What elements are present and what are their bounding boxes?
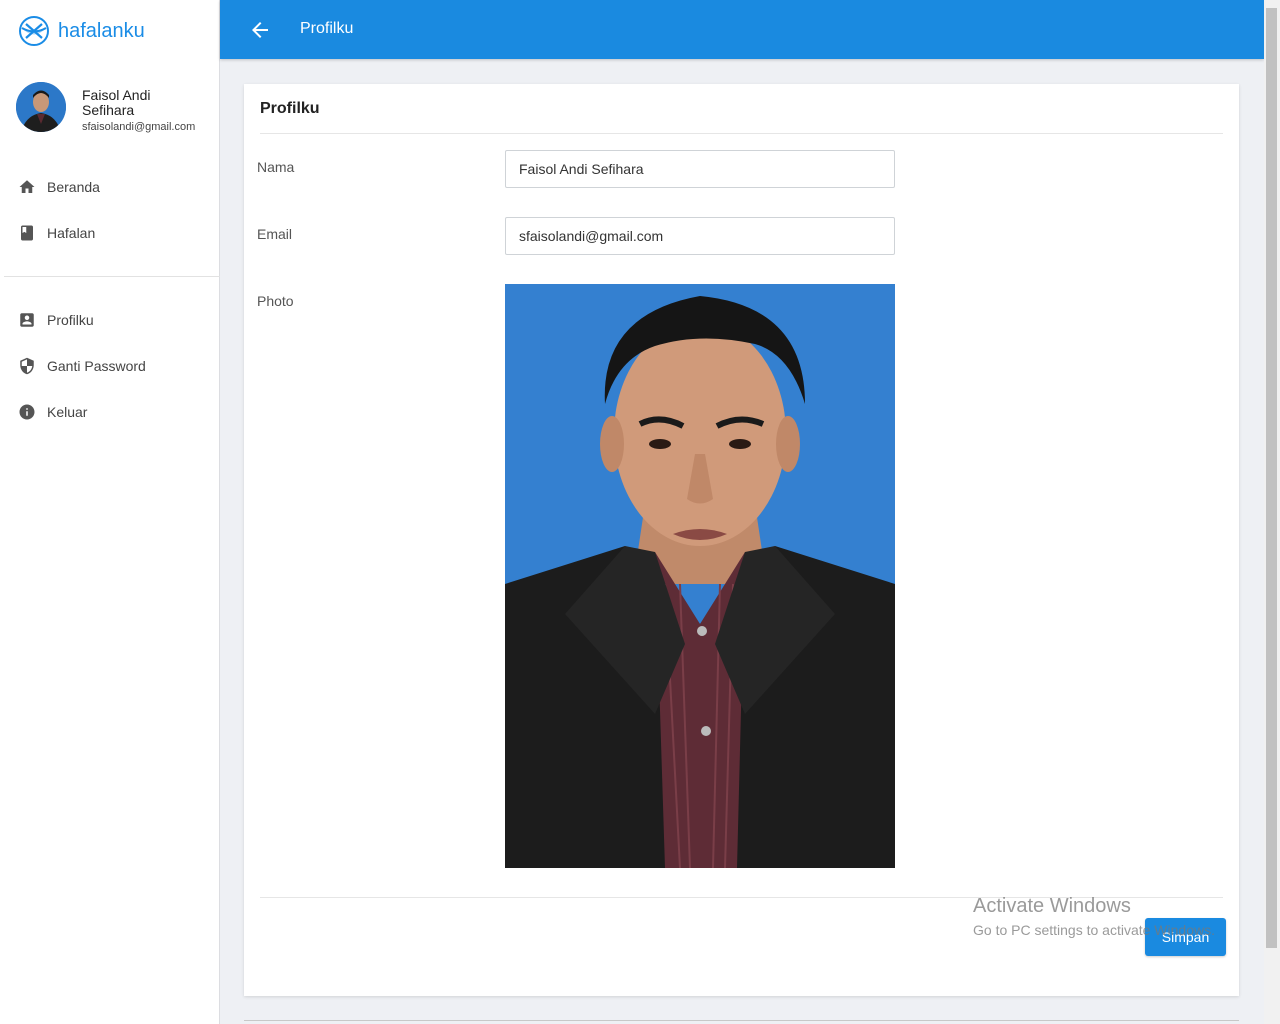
brand[interactable]: hafalanku (18, 14, 145, 48)
avatar (16, 82, 66, 132)
sidebar-divider (4, 276, 220, 277)
profile-card: Profilku Nama Email Photo (244, 84, 1239, 996)
vertical-scrollbar[interactable] (1264, 0, 1280, 1024)
card-divider (260, 133, 1223, 134)
profile-photo[interactable] (505, 284, 895, 868)
nav-item-label: Beranda (47, 179, 100, 195)
top-app-bar: Profilku (220, 0, 1264, 59)
arrow-back-icon (252, 22, 268, 38)
user-name: Faisol Andi Sefihara (82, 87, 151, 118)
nav-item-ganti-password[interactable]: Ganti Password (0, 343, 220, 389)
nav-item-label: Profilku (47, 312, 94, 328)
name-field[interactable] (505, 150, 895, 188)
account-box-icon (20, 313, 34, 327)
footer-divider (244, 1020, 1239, 1021)
nav-item-profilku[interactable]: Profilku (0, 297, 220, 343)
nav-item-label: Ganti Password (47, 358, 146, 374)
nav-item-keluar[interactable]: Keluar (0, 389, 220, 435)
card-title: Profilku (260, 100, 320, 117)
page-title: Profilku (300, 20, 354, 37)
shield-icon (20, 357, 34, 375)
user-email: sfaisolandi@gmail.com (82, 121, 196, 133)
photo-label: Photo (257, 293, 294, 309)
nav-item-beranda[interactable]: Beranda (0, 164, 220, 210)
sidebar: hafalanku Faisol Andi Sefihara sfaisolan… (0, 0, 220, 1024)
card-divider (260, 897, 1223, 898)
scrollbar-thumb[interactable] (1266, 8, 1277, 948)
info-icon (19, 404, 35, 420)
user-profile: Faisol Andi Sefihara sfaisolandi@gmail.c… (16, 82, 216, 136)
nav-item-hafalan[interactable]: Hafalan (0, 210, 220, 256)
app-name: hafalanku (58, 19, 145, 42)
logo-icon (19, 16, 49, 46)
home-icon (19, 180, 35, 193)
nav-secondary: Profilku Ganti Password Keluar (0, 297, 220, 435)
back-button[interactable] (248, 18, 272, 42)
email-label: Email (257, 226, 293, 242)
nav-primary: Beranda Hafalan (0, 164, 220, 256)
nav-item-label: Keluar (47, 404, 88, 420)
name-label: Nama (257, 159, 295, 175)
save-button[interactable]: Simpan (1145, 918, 1226, 956)
book-icon (21, 225, 33, 241)
email-field[interactable] (505, 217, 895, 255)
nav-item-label: Hafalan (47, 225, 96, 241)
